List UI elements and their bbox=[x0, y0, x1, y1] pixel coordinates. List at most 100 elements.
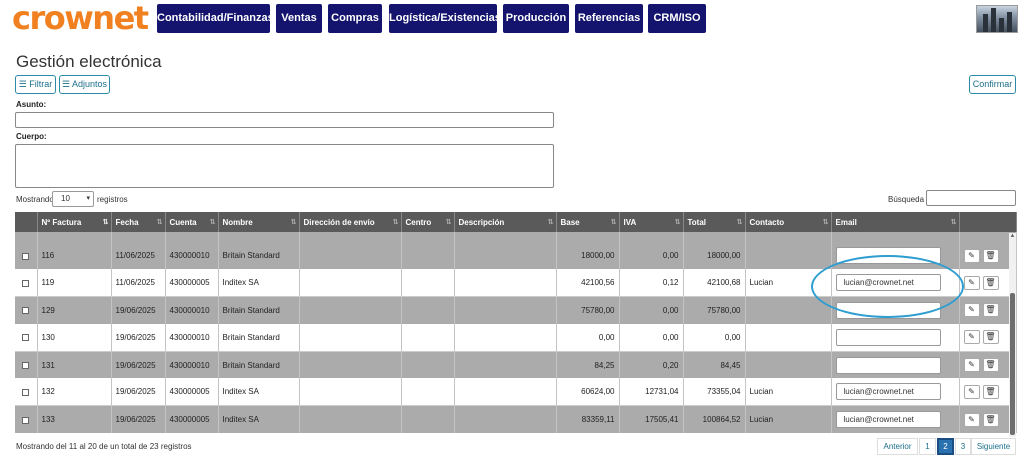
cell-direccion bbox=[299, 351, 402, 379]
col-header-nombre[interactable]: Nombre ⇅ bbox=[218, 212, 300, 232]
col-header-fecha[interactable]: Fecha ⇅ bbox=[111, 212, 166, 232]
user-avatar[interactable] bbox=[976, 5, 1018, 33]
cell-base: 84,25 bbox=[556, 351, 620, 379]
cell-descripcion bbox=[454, 269, 557, 298]
col-header-centro[interactable]: Centro ⇅ bbox=[401, 212, 455, 232]
partial-row bbox=[15, 232, 1017, 242]
cell-contacto bbox=[745, 323, 832, 352]
cell-direccion bbox=[299, 242, 402, 270]
trash-icon[interactable]: 🗑 bbox=[982, 412, 999, 427]
table-row[interactable]: 130 19/06/2025 430000010 Britain Standard 0,… bbox=[15, 323, 1017, 352]
search-input[interactable] bbox=[926, 190, 1016, 206]
attachments-button[interactable]: ☰ Adjuntos bbox=[59, 75, 110, 94]
nav-ventas[interactable]: Ventas bbox=[276, 4, 322, 33]
col-header-factura[interactable]: Nº Factura ⇅ bbox=[37, 212, 112, 232]
row-checkbox[interactable] bbox=[22, 416, 29, 424]
cell-base: 60624,00 bbox=[556, 378, 620, 407]
pagination-page-2[interactable]: 2 bbox=[937, 438, 954, 455]
pencil-icon[interactable]: ✎ bbox=[963, 358, 980, 373]
cell-cuenta: 430000010 bbox=[165, 296, 219, 324]
cell-centro bbox=[401, 405, 455, 434]
trash-icon[interactable]: 🗑 bbox=[982, 358, 999, 373]
cell-descripcion bbox=[454, 405, 557, 434]
trash-icon[interactable]: 🗑 bbox=[982, 303, 999, 318]
nav-contabilidad[interactable]: Contabilidad/Finanzas bbox=[157, 4, 274, 33]
sort-icon: ⇅ bbox=[290, 219, 297, 226]
cell-actions: ✎ 🗑 bbox=[959, 242, 1017, 270]
pencil-icon[interactable]: ✎ bbox=[963, 384, 980, 399]
email-input[interactable]: lucian@crownet.net bbox=[835, 411, 941, 429]
cell-cuenta: 430000010 bbox=[165, 323, 219, 352]
pagination-next[interactable]: Siguiente bbox=[971, 438, 1016, 455]
sort-icon: ⇅ bbox=[610, 219, 617, 226]
col-header-total[interactable]: Total ⇅ bbox=[683, 212, 746, 232]
nav-compras[interactable]: Compras bbox=[328, 4, 382, 33]
nav-logistica[interactable]: Logística/Existencias bbox=[389, 4, 501, 33]
nav-crm-iso[interactable]: CRM/ISO bbox=[648, 4, 706, 33]
cell-factura: 131 bbox=[37, 351, 112, 379]
cell-factura: 129 bbox=[37, 296, 112, 324]
body-textarea[interactable] bbox=[15, 144, 554, 188]
pencil-icon[interactable]: ✎ bbox=[963, 412, 980, 427]
trash-icon[interactable]: 🗑 bbox=[982, 248, 999, 263]
trash-icon[interactable]: 🗑 bbox=[982, 275, 999, 290]
row-checkbox[interactable] bbox=[22, 252, 29, 260]
col-header-iva[interactable]: IVA ⇅ bbox=[619, 212, 684, 232]
col-header-descripcion[interactable]: Descripción ⇅ bbox=[454, 212, 557, 232]
table-row[interactable]: 133 19/06/2025 430000005 Inditex SA 83359,11… bbox=[15, 405, 1017, 434]
email-input[interactable] bbox=[835, 328, 941, 346]
email-input[interactable] bbox=[835, 356, 941, 374]
row-checkbox[interactable] bbox=[22, 388, 29, 396]
table-row[interactable]: 131 19/06/2025 430000010 Britain Standard 84… bbox=[15, 351, 1017, 379]
sort-icon: ⇅ bbox=[445, 219, 452, 226]
filter-button[interactable]: ☰ Filtrar bbox=[15, 75, 56, 94]
col-header-cuenta[interactable]: Cuenta ⇅ bbox=[165, 212, 219, 232]
crownet-logo[interactable]: crownet bbox=[12, 1, 149, 35]
pagination-page-1[interactable]: 1 bbox=[919, 438, 936, 455]
sort-icon: ⇅ bbox=[156, 219, 163, 226]
col-header-email[interactable]: Email ⇅ bbox=[831, 212, 960, 232]
scroll-up-icon[interactable]: ▲ bbox=[1009, 233, 1016, 239]
row-checkbox[interactable] bbox=[22, 279, 29, 287]
pagination-page-3[interactable]: 3 bbox=[955, 438, 971, 455]
col-header-base[interactable]: Base ⇅ bbox=[556, 212, 620, 232]
pagination-prev[interactable]: Anterior bbox=[877, 438, 918, 455]
cell-actions: ✎ 🗑 bbox=[959, 269, 1017, 298]
cell-centro bbox=[401, 269, 455, 298]
cell-centro bbox=[401, 378, 455, 407]
cell-factura: 119 bbox=[37, 269, 112, 298]
records-summary: Mostrando del 11 al 20 de un total de 23… bbox=[16, 442, 192, 451]
scrollbar-thumb[interactable] bbox=[1010, 293, 1015, 435]
row-checkbox[interactable] bbox=[22, 307, 29, 315]
table-header-row: Nº Factura ⇅ Fecha ⇅ Cuenta ⇅ Nombre ⇅ Direc… bbox=[15, 212, 1017, 232]
cell-email bbox=[831, 351, 960, 379]
cell-base: 0,00 bbox=[556, 323, 620, 352]
trash-icon[interactable]: 🗑 bbox=[982, 330, 999, 345]
pencil-icon[interactable]: ✎ bbox=[963, 303, 980, 318]
col-header-contacto[interactable]: Contacto ⇅ bbox=[745, 212, 832, 232]
confirm-button[interactable]: Confirmar bbox=[969, 75, 1016, 94]
cell-centro bbox=[401, 296, 455, 324]
table-row[interactable]: 132 19/06/2025 430000005 Inditex SA 60624,00… bbox=[15, 378, 1017, 407]
cell-actions: ✎ 🗑 bbox=[959, 351, 1017, 379]
cell-nombre: Inditex SA bbox=[218, 269, 300, 298]
trash-icon[interactable]: 🗑 bbox=[982, 384, 999, 399]
cell-fecha: 19/06/2025 bbox=[111, 351, 166, 379]
pencil-icon[interactable]: ✎ bbox=[963, 248, 980, 263]
col-header-direccion[interactable]: Dirección de envío ⇅ bbox=[299, 212, 402, 232]
pencil-icon[interactable]: ✎ bbox=[963, 275, 980, 290]
email-input[interactable]: lucian@crownet.net bbox=[835, 383, 941, 401]
subject-input[interactable] bbox=[15, 112, 554, 128]
nav-produccion[interactable]: Producción bbox=[503, 4, 569, 33]
row-select-cell bbox=[15, 405, 38, 434]
row-checkbox[interactable] bbox=[22, 361, 29, 369]
cell-base: 18000,00 bbox=[556, 242, 620, 270]
page-size-value: 10 bbox=[61, 194, 70, 203]
cell-centro bbox=[401, 242, 455, 270]
cell-total: 100864,52 bbox=[683, 405, 746, 434]
pencil-icon[interactable]: ✎ bbox=[963, 330, 980, 345]
nav-referencias[interactable]: Referencias bbox=[575, 4, 643, 33]
page-size-select[interactable]: 10 ▾ bbox=[52, 191, 94, 207]
table-scrollbar[interactable]: ▲ bbox=[1009, 233, 1016, 437]
row-checkbox[interactable] bbox=[22, 334, 29, 342]
